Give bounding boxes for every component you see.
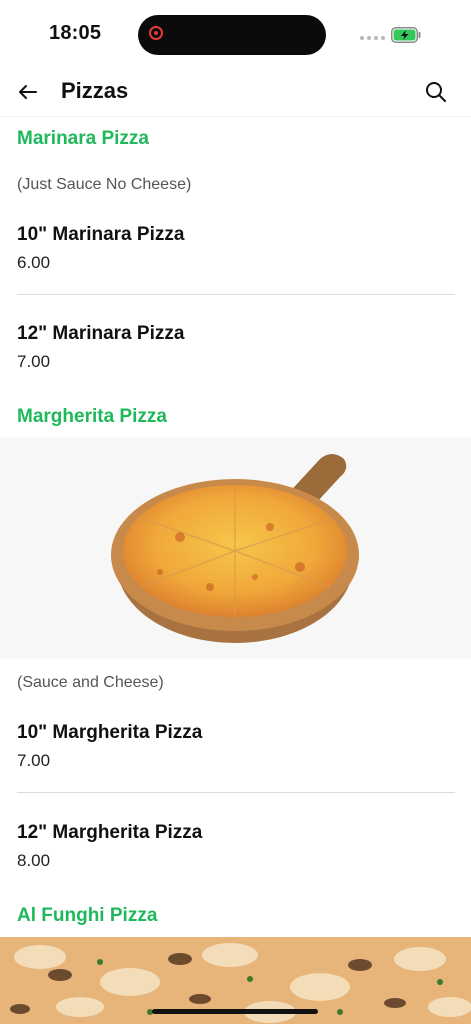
home-indicator — [152, 1009, 318, 1014]
signal-icon — [360, 36, 385, 40]
section-title-marinara: Marinara Pizza — [17, 128, 149, 149]
item-name: 10" Margherita Pizza — [17, 722, 203, 743]
menu-item-12-margherita[interactable] — [0, 810, 471, 882]
section-title-al-funghi: Al Funghi Pizza — [17, 905, 158, 926]
section-description-margherita: (Sauce and Cheese) — [17, 674, 164, 691]
item-name: 10" Marinara Pizza — [17, 224, 185, 245]
item-price: 7.00 — [17, 352, 51, 371]
page-title: Pizzas — [61, 78, 129, 103]
section-title-margherita: Margherita Pizza — [17, 406, 167, 427]
app-header: Pizzas — [0, 70, 471, 117]
section-description-marinara: (Just Sauce No Cheese) — [17, 176, 192, 193]
recording-icon — [149, 26, 163, 40]
dynamic-island — [138, 15, 326, 55]
status-time: 18:05 — [49, 22, 102, 44]
item-price: 6.00 — [17, 253, 51, 272]
status-bar: 18:05 — [0, 0, 471, 70]
divider — [17, 294, 455, 295]
item-name: 12" Margherita Pizza — [17, 822, 203, 843]
divider — [17, 792, 455, 793]
search-icon[interactable] — [422, 78, 450, 106]
item-price: 7.00 — [17, 751, 51, 770]
back-arrow-icon[interactable] — [14, 78, 42, 106]
margherita-pizza-image — [0, 437, 471, 659]
item-name: 12" Marinara Pizza — [17, 323, 185, 344]
battery-charging-icon — [391, 27, 421, 43]
item-price: 8.00 — [17, 851, 51, 870]
